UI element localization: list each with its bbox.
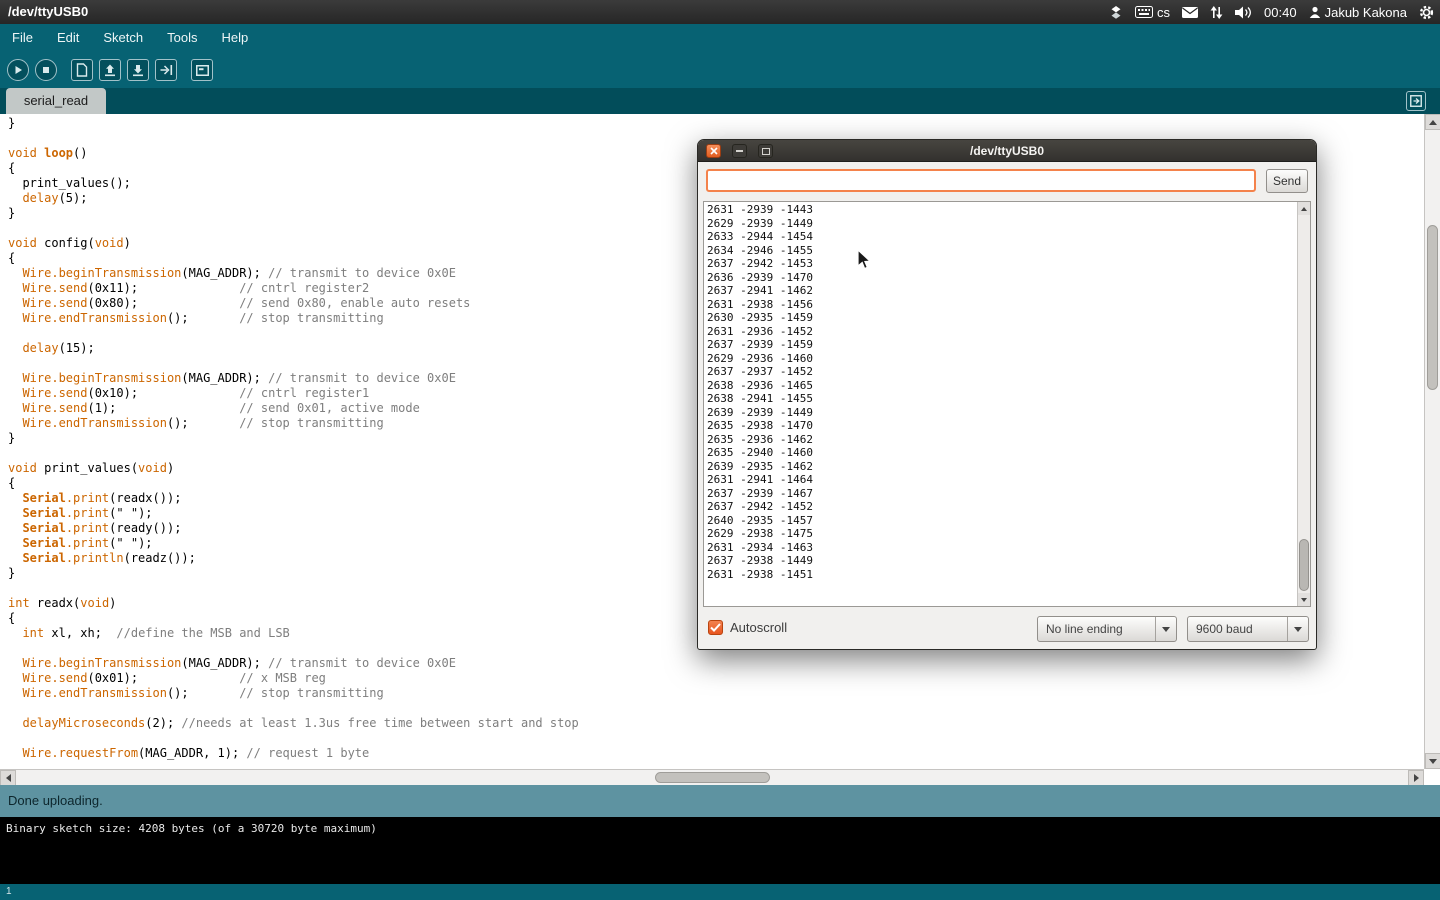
- serial-scrollbar[interactable]: [1297, 202, 1310, 606]
- open-button[interactable]: [99, 59, 121, 81]
- scroll-left-button[interactable]: [0, 770, 16, 786]
- minimize-icon: [736, 150, 743, 152]
- line-ending-value: No line ending: [1046, 617, 1123, 641]
- verify-icon: [13, 65, 23, 75]
- serial-scroll-thumb[interactable]: [1299, 539, 1309, 591]
- console-text: Binary sketch size: 4208 bytes (of a 307…: [0, 817, 1440, 835]
- maximize-button[interactable]: [758, 144, 773, 158]
- toolbar: [0, 52, 1440, 88]
- serial-scroll-down-button[interactable]: [1298, 593, 1310, 606]
- status-message: Done uploading.: [8, 785, 103, 817]
- tab-bar: serial_read: [0, 88, 1440, 114]
- serial-output-text: 2631 -2939 -14432629 -2939 -14492633 -29…: [704, 203, 1297, 581]
- baud-rate-value: 9600 baud: [1196, 617, 1253, 641]
- keyboard-layout-label: cs: [1157, 5, 1170, 20]
- open-icon: [104, 64, 116, 77]
- menu-sketch[interactable]: Sketch: [91, 24, 155, 52]
- check-icon: [710, 623, 721, 632]
- line-indicator: 1: [6, 884, 12, 900]
- chevron-down-icon: [1155, 617, 1176, 641]
- editor-vertical-scrollbar[interactable]: [1424, 114, 1440, 769]
- serial-monitor-icon: [196, 65, 209, 76]
- line-ending-select[interactable]: No line ending: [1037, 616, 1177, 642]
- serial-monitor-title: /dev/ttyUSB0: [698, 140, 1316, 162]
- upload-icon: [160, 64, 173, 76]
- indicator-icon[interactable]: [1109, 6, 1123, 19]
- new-sketch-icon: [76, 63, 88, 77]
- serial-monitor-button[interactable]: [191, 59, 213, 81]
- menu-edit[interactable]: Edit: [45, 24, 91, 52]
- verify-button[interactable]: [7, 59, 29, 81]
- user-menu[interactable]: Jakub Kakona: [1309, 5, 1407, 20]
- save-button[interactable]: [127, 59, 149, 81]
- user-icon: [1309, 6, 1321, 18]
- serial-input[interactable]: [706, 169, 1256, 192]
- horizontal-scroll-thumb[interactable]: [655, 772, 770, 783]
- baud-rate-select[interactable]: 9600 baud: [1187, 616, 1309, 642]
- menu-help[interactable]: Help: [209, 24, 260, 52]
- stop-button[interactable]: [35, 59, 57, 81]
- desktop: /dev/ttyUSB0 cs 00:40 Jakub Kakona: [0, 0, 1440, 900]
- keyboard-layout-indicator[interactable]: cs: [1135, 5, 1170, 20]
- new-tab-button[interactable]: [1406, 91, 1426, 111]
- autoscroll-checkbox[interactable]: [708, 620, 723, 635]
- serial-monitor-window: /dev/ttyUSB0 Send 2631 -2939 -14432629 -…: [697, 139, 1317, 650]
- vertical-scroll-thumb[interactable]: [1427, 225, 1438, 390]
- close-button[interactable]: [706, 144, 721, 158]
- scroll-right-button[interactable]: [1408, 770, 1424, 786]
- serial-monitor-controls: Autoscroll No line ending 9600 baud: [698, 607, 1316, 649]
- chevron-down-icon: [1287, 617, 1308, 641]
- minimize-button[interactable]: [732, 144, 747, 158]
- scroll-up-button[interactable]: [1425, 114, 1440, 130]
- serial-monitor-titlebar[interactable]: /dev/ttyUSB0: [698, 140, 1316, 162]
- mail-icon[interactable]: [1182, 7, 1198, 18]
- menu-tools[interactable]: Tools: [155, 24, 209, 52]
- network-icon[interactable]: [1210, 6, 1223, 19]
- mouse-cursor: [857, 249, 873, 271]
- bottom-strip: 1: [0, 884, 1440, 900]
- autoscroll-label: Autoscroll: [730, 620, 787, 635]
- maximize-icon: [762, 148, 770, 155]
- save-icon: [132, 64, 144, 77]
- top-panel: /dev/ttyUSB0 cs 00:40 Jakub Kakona: [0, 0, 1440, 24]
- status-bar: Done uploading.: [0, 785, 1440, 817]
- new-tab-icon: [1410, 95, 1422, 107]
- keyboard-icon: [1135, 6, 1153, 18]
- scroll-down-button[interactable]: [1425, 753, 1440, 769]
- console: Binary sketch size: 4208 bytes (of a 307…: [0, 817, 1440, 884]
- serial-output[interactable]: 2631 -2939 -14432629 -2939 -14492633 -29…: [703, 201, 1311, 607]
- upload-button[interactable]: [155, 59, 177, 81]
- clock[interactable]: 00:40: [1264, 5, 1297, 20]
- window-title: /dev/ttyUSB0: [8, 0, 88, 24]
- editor-horizontal-scrollbar[interactable]: [0, 769, 1424, 785]
- user-name: Jakub Kakona: [1325, 5, 1407, 20]
- menubar: File Edit Sketch Tools Help: [0, 24, 1440, 52]
- send-button[interactable]: Send: [1266, 169, 1308, 193]
- menu-file[interactable]: File: [0, 24, 45, 52]
- new-sketch-button[interactable]: [71, 59, 93, 81]
- serial-scroll-up-button[interactable]: [1298, 202, 1310, 215]
- stop-icon: [41, 65, 51, 75]
- close-icon: [710, 147, 718, 155]
- volume-icon[interactable]: [1235, 6, 1252, 19]
- gear-icon[interactable]: [1419, 5, 1434, 20]
- tab-serial-read[interactable]: serial_read: [6, 88, 106, 114]
